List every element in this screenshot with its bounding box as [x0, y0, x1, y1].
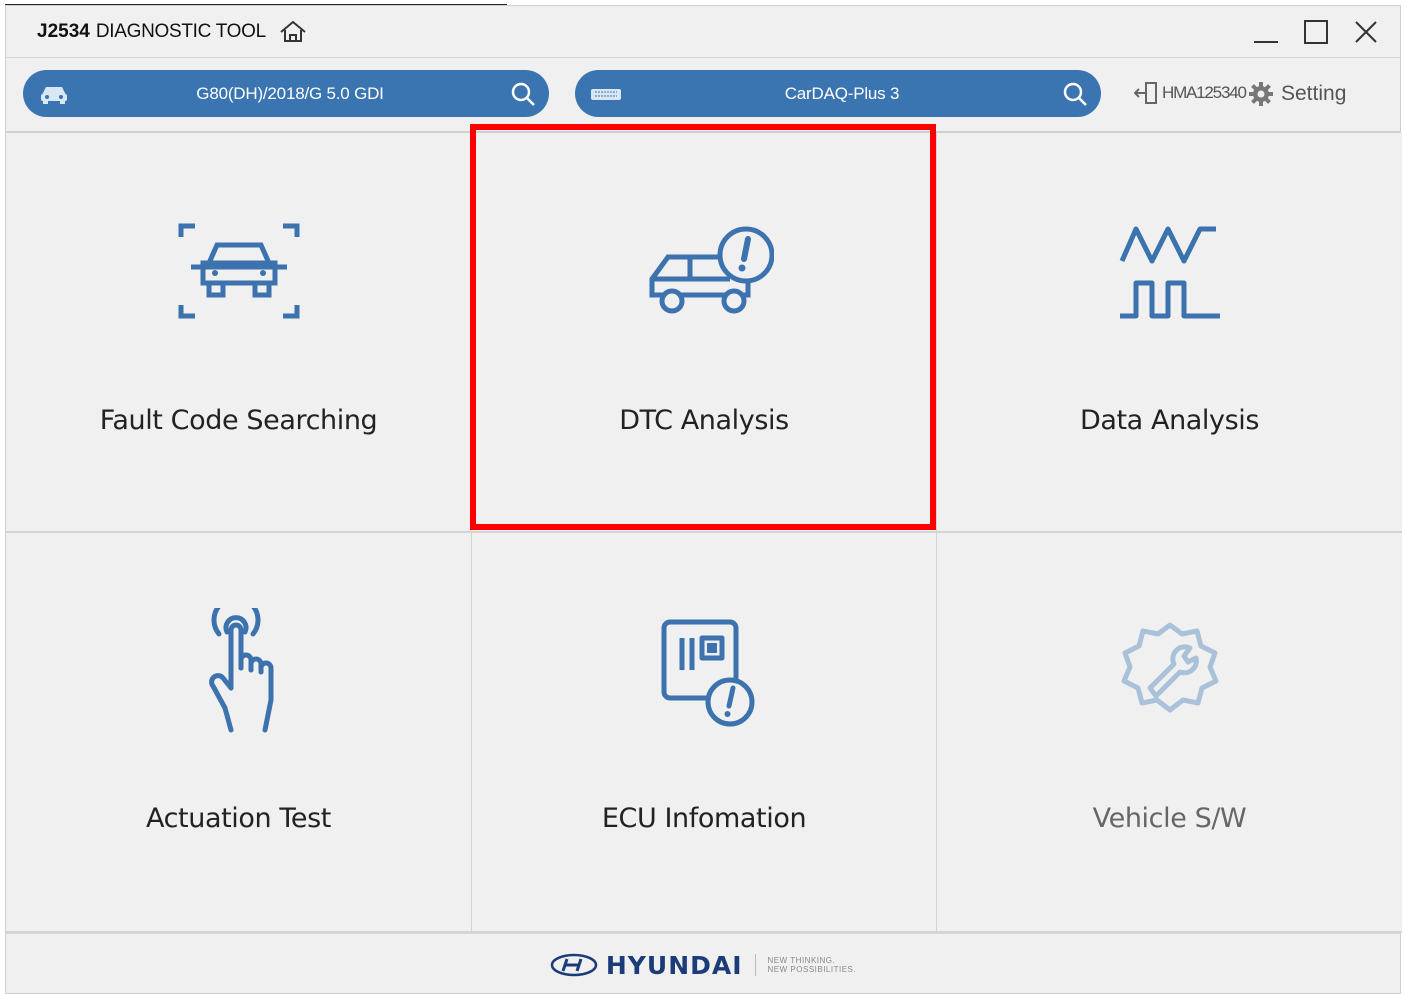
setting-button[interactable]: Setting: [1248, 81, 1346, 107]
waveform-icon: [1119, 226, 1220, 319]
tagline-line-2: NEW POSSIBILITIES.: [767, 965, 857, 974]
device-text: CarDAQ-Plus 3: [784, 83, 900, 103]
logo-divider: [754, 954, 756, 976]
user-logout[interactable]: HMA125340: [1134, 81, 1247, 105]
tile-label: Fault Code Searching: [99, 405, 378, 436]
vehicle-text: G80(DH)/2018/G 5.0 GDI: [196, 83, 384, 103]
minimize-icon[interactable]: [1252, 18, 1280, 46]
home-icon[interactable]: [278, 19, 308, 45]
toolbar: G80(DH)/2018/G 5.0 GDI CarDAQ-Plus 3 HMA…: [6, 59, 1400, 133]
tile-label: Actuation Test: [146, 803, 331, 834]
title-bar: J2534 DIAGNOSTIC TOOL: [6, 6, 1400, 58]
setting-label: Setting: [1281, 82, 1347, 105]
tagline-line-1: NEW THINKING.: [767, 956, 836, 965]
user-id: HMA125340: [1162, 83, 1247, 102]
app-window: J2534 DIAGNOSTIC TOOL G80(DH)/2018/G 5.0…: [5, 5, 1402, 996]
car-alert-icon: [649, 226, 774, 314]
maximize-icon[interactable]: [1302, 18, 1330, 46]
search-icon[interactable]: [509, 80, 537, 108]
window-controls: [1252, 18, 1380, 46]
hyundai-emblem-icon: [550, 953, 598, 977]
menu-grid: Fault Code Searching DTC Analysis Data A…: [6, 133, 1402, 933]
close-icon[interactable]: [1352, 18, 1380, 46]
tile-label: ECU Infomation: [601, 803, 807, 834]
gear-wrench-icon: [1121, 622, 1218, 713]
tile-ecu-information[interactable]: ECU Infomation: [472, 533, 937, 933]
footer: HYUNDAI NEW THINKING. NEW POSSIBILITIES.: [6, 933, 1400, 996]
tile-actuation-test[interactable]: Actuation Test: [6, 533, 472, 933]
brand-tagline: NEW THINKING. NEW POSSIBILITIES.: [768, 956, 857, 974]
tile-vehicle-sw[interactable]: Vehicle S/W: [937, 533, 1402, 933]
vehicle-selector[interactable]: G80(DH)/2018/G 5.0 GDI: [23, 70, 549, 117]
tile-label: DTC Analysis: [619, 405, 789, 436]
hyundai-logo: HYUNDAI NEW THINKING. NEW POSSIBILITIES.: [550, 951, 856, 980]
touch-hand-icon: [208, 608, 273, 733]
logout-icon: [1134, 82, 1157, 104]
app-title: DIAGNOSTIC TOOL: [95, 20, 266, 42]
tile-label: Vehicle S/W: [1092, 803, 1247, 834]
tile-fault-code-searching[interactable]: Fault Code Searching: [6, 133, 472, 533]
search-icon[interactable]: [1061, 80, 1089, 108]
car-scan-icon: [178, 223, 299, 319]
tile-data-analysis[interactable]: Data Analysis: [937, 133, 1402, 533]
device-selector[interactable]: CarDAQ-Plus 3: [575, 70, 1101, 117]
gear-icon: [1249, 82, 1273, 106]
interface-device-icon: [591, 88, 621, 100]
tile-dtc-analysis[interactable]: DTC Analysis: [472, 133, 937, 533]
car-icon: [41, 86, 67, 104]
app-title-bold: J2534: [37, 20, 90, 42]
tile-label: Data Analysis: [1079, 405, 1260, 436]
ecu-alert-icon: [661, 619, 755, 727]
brand-name: HYUNDAI: [605, 950, 743, 980]
